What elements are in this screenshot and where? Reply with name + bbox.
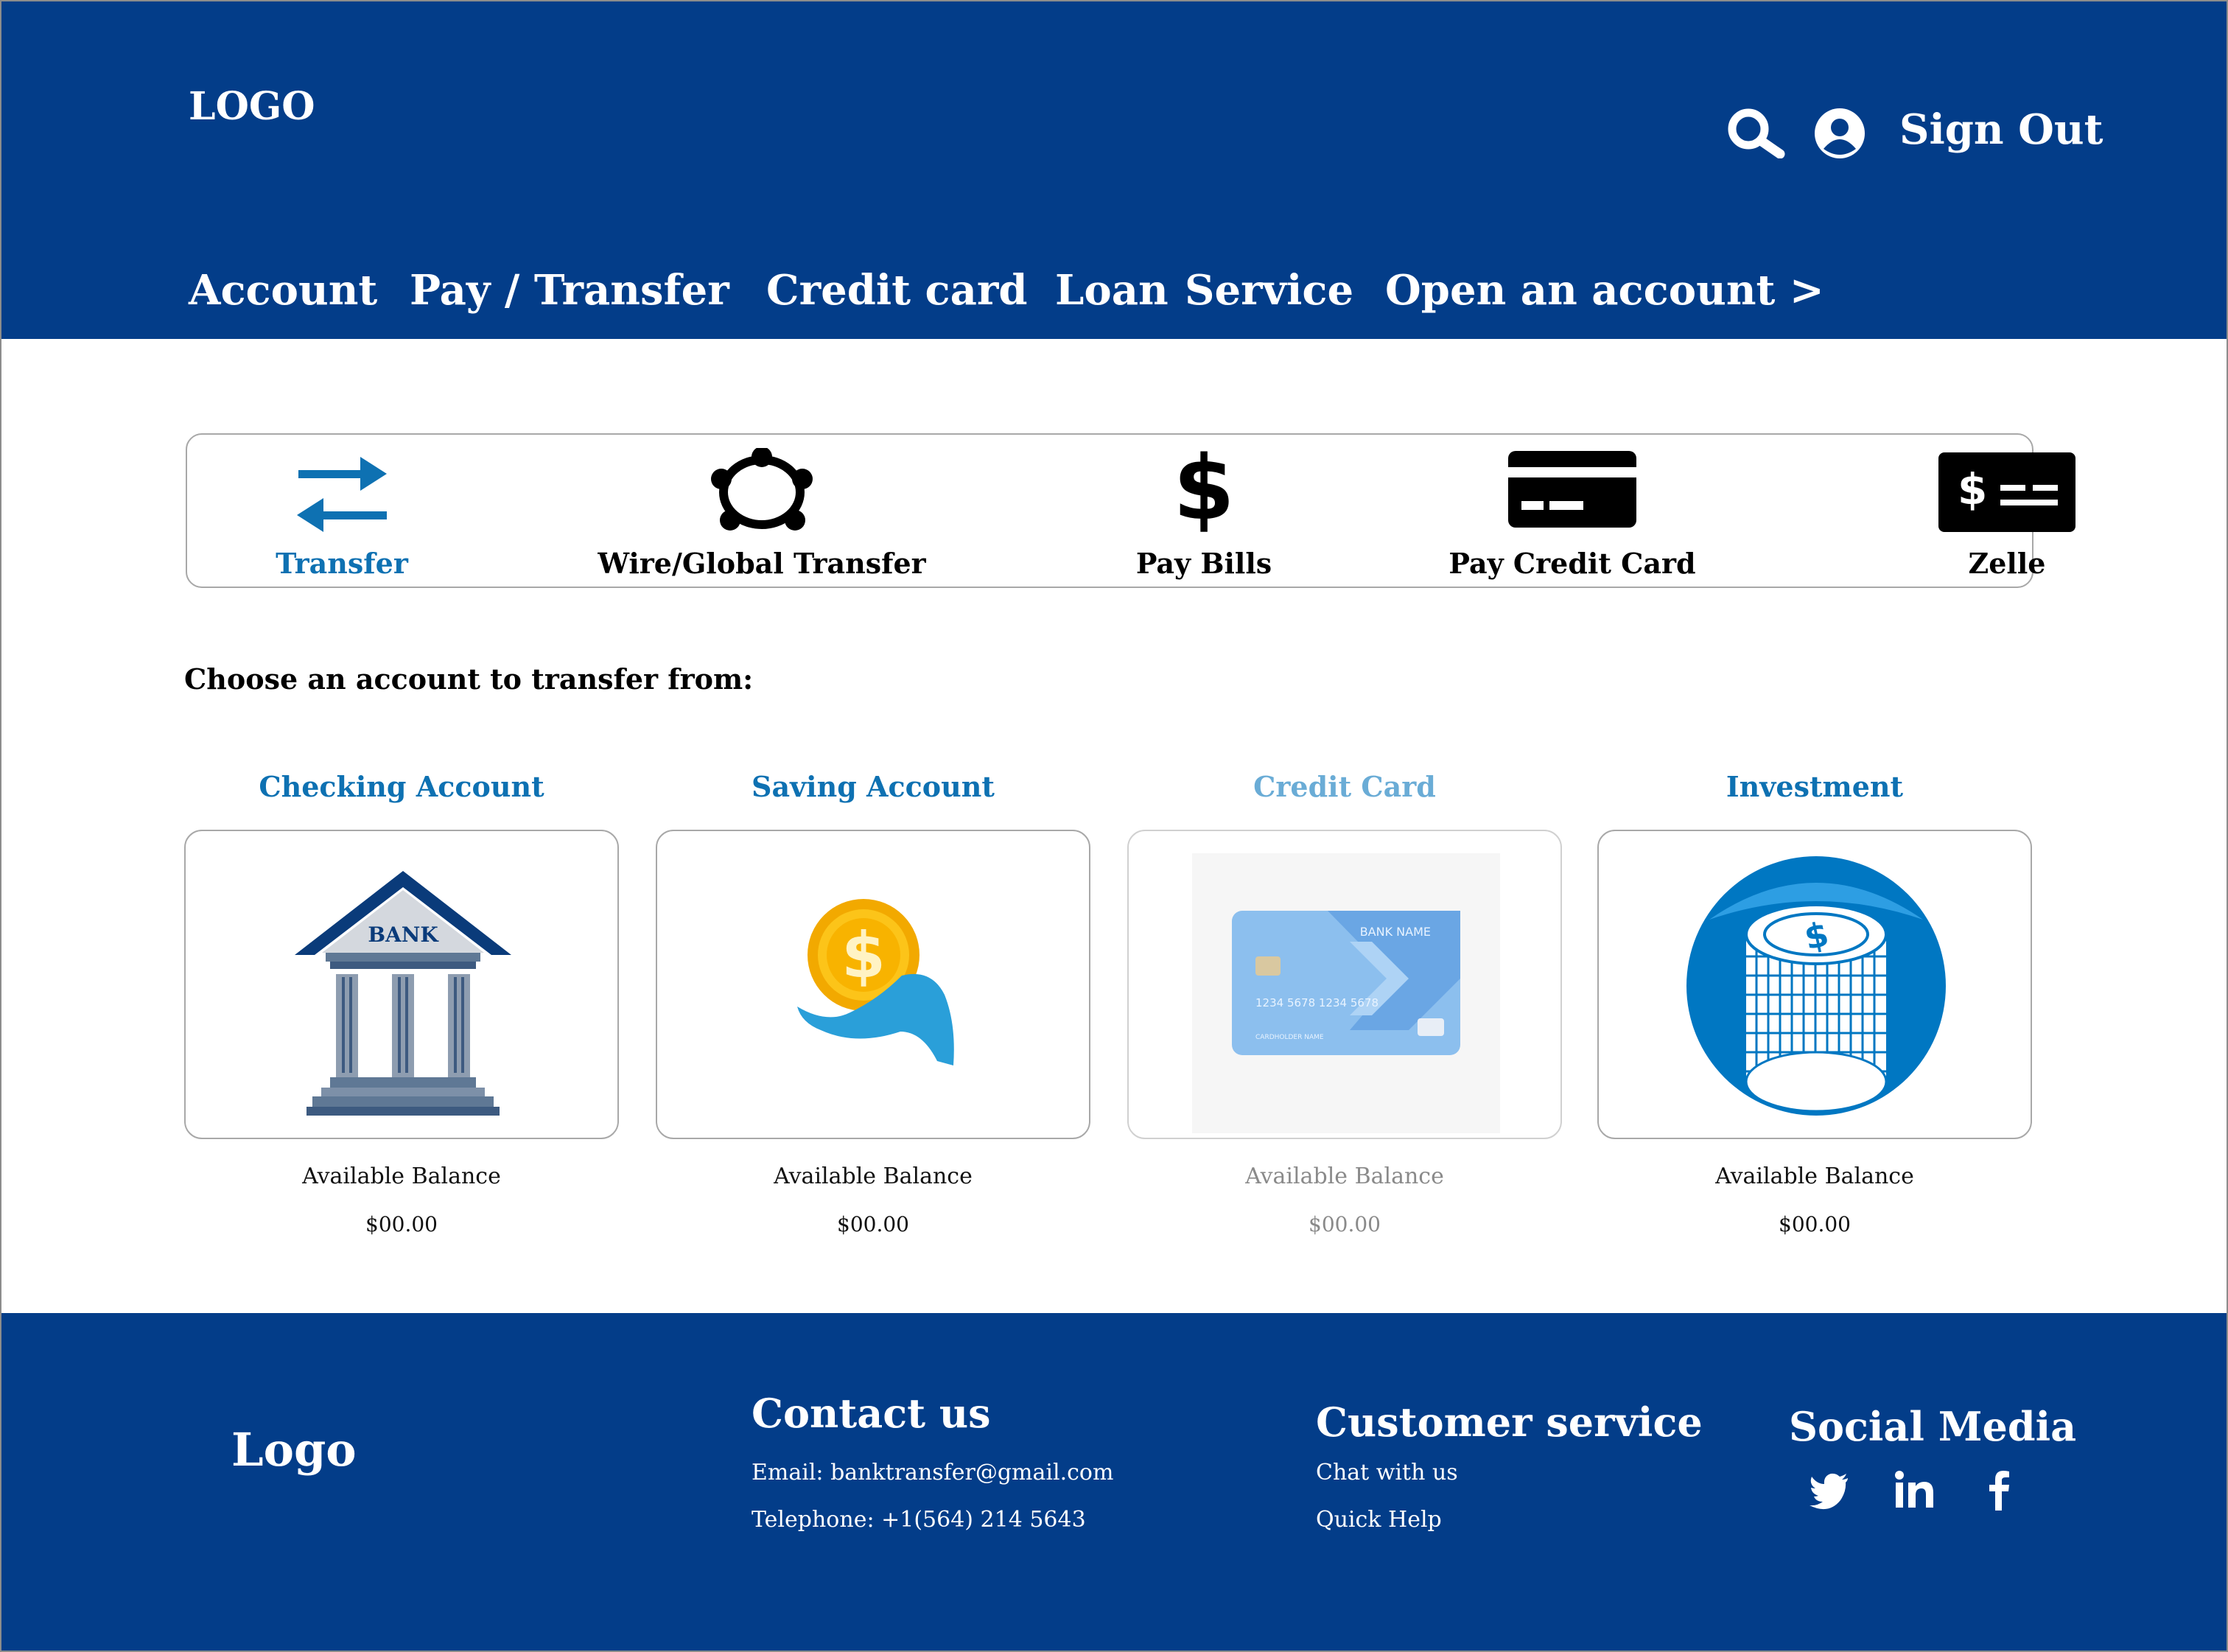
page-frame: [0, 0, 2228, 1652]
